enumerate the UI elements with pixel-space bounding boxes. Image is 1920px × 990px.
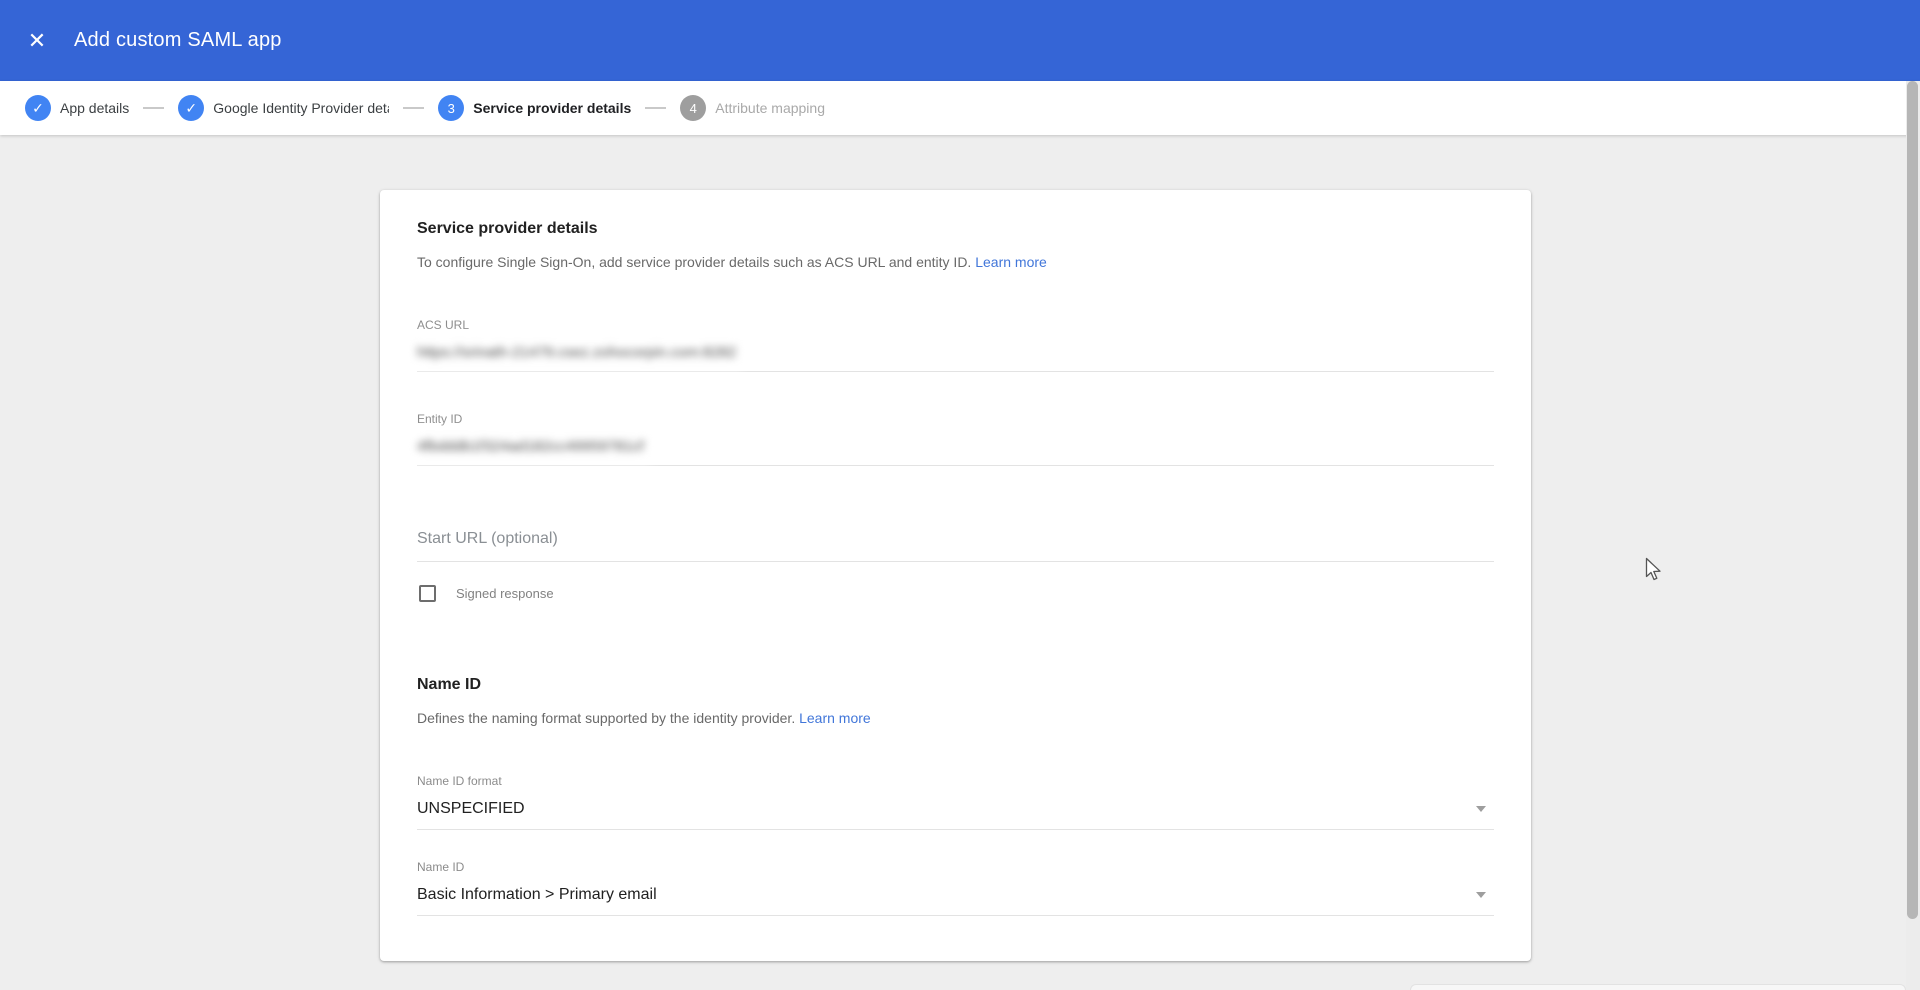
step-google-idp-details[interactable]: ✓ Google Identity Provider details [178,95,389,121]
name-id-format-label: Name ID format [417,774,1494,788]
dialog-header: ✕ Add custom SAML app [0,0,1920,81]
chevron-down-icon [1476,892,1486,898]
step-service-provider-details[interactable]: 3 Service provider details [438,95,631,121]
step-attribute-mapping[interactable]: 4 Attribute mapping [680,95,825,121]
signed-response-label: Signed response [456,586,554,601]
step-connector [645,107,666,109]
section-heading-name-id: Name ID [417,604,1494,694]
description-text: To configure Single Sign-On, add service… [417,254,971,270]
signed-response-row: Signed response [417,582,1494,604]
description-text: Defines the naming format supported by t… [417,710,795,726]
learn-more-link[interactable]: Learn more [799,710,871,726]
check-icon: ✓ [185,101,197,115]
learn-more-link[interactable]: Learn more [975,254,1047,270]
step-complete-icon: ✓ [178,95,204,121]
service-provider-details-card: Service provider details To configure Si… [380,190,1531,961]
step-number-badge: 3 [438,95,464,121]
check-icon: ✓ [32,101,44,115]
acs-url-value-redacted: https://srinath-21479.csez.zohocorpin.co… [417,344,736,361]
acs-url-label: ACS URL [417,318,1494,332]
step-connector [403,107,424,109]
step-complete-icon: ✓ [25,95,51,121]
step-number-badge: 4 [680,95,706,121]
step-label: Attribute mapping [715,100,825,116]
entity-id-label: Entity ID [417,412,1494,426]
section-description: Defines the naming format supported by t… [417,710,1494,726]
step-label: App details [60,100,129,116]
name-id-value: Basic Information > Primary email [417,886,657,904]
section-heading-service-provider: Service provider details [417,190,1494,238]
acs-url-field[interactable]: https://srinath-21479.csez.zohocorpin.co… [417,344,1494,372]
name-id-select[interactable]: Basic Information > Primary email [417,886,1494,916]
name-id-format-select[interactable]: UNSPECIFIED [417,800,1494,830]
mouse-cursor-icon [1645,557,1663,588]
dialog-title: Add custom SAML app [74,29,282,52]
step-connector [143,107,164,109]
name-id-label: Name ID [417,860,1494,874]
entity-id-field[interactable]: 4fbdddb1f324ad182cc49959781cf [417,438,1494,466]
step-app-details[interactable]: ✓ App details [25,95,129,121]
start-url-placeholder: Start URL (optional) [417,530,558,547]
chevron-down-icon [1476,806,1486,812]
entity-id-value-redacted: 4fbdddb1f324ad182cc49959781cf [417,438,644,455]
section-description: To configure Single Sign-On, add service… [417,254,1494,270]
scrollbar-thumb[interactable] [1907,81,1918,919]
scrollbar-track[interactable] [1906,81,1920,990]
wizard-stepper: ✓ App details ✓ Google Identity Provider… [0,81,1920,135]
step-label: Service provider details [473,100,631,116]
close-icon[interactable]: ✕ [17,21,57,61]
start-url-field[interactable]: Start URL (optional) [417,530,1494,562]
signed-response-checkbox[interactable] [419,585,436,602]
footer-bar-edge [1410,984,1906,990]
step-label: Google Identity Provider details [213,100,389,116]
name-id-format-value: UNSPECIFIED [417,800,525,818]
